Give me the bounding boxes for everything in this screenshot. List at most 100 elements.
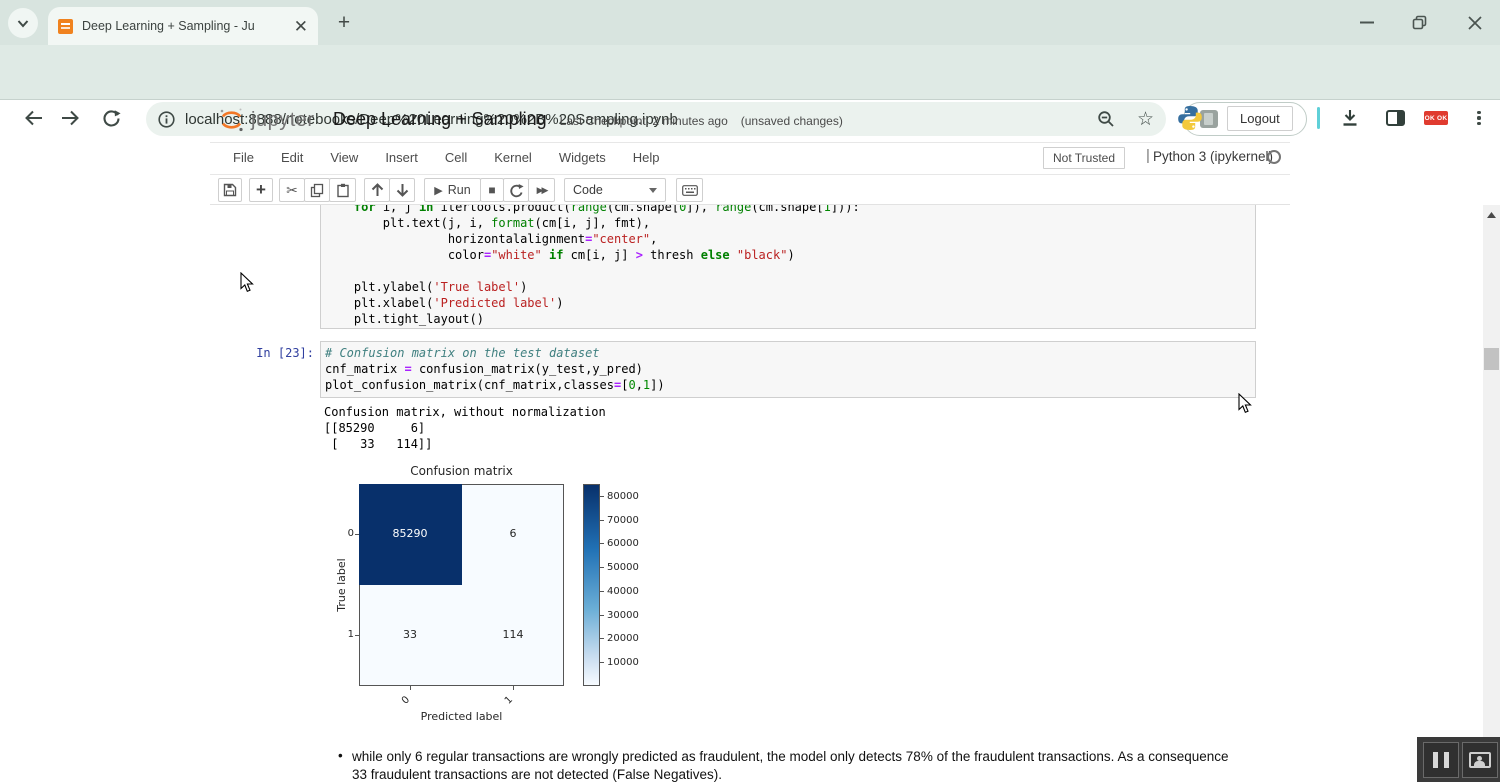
downloads-button[interactable] <box>1338 106 1362 130</box>
output-line: Confusion matrix, without normalization <box>324 404 606 420</box>
restore-icon <box>1412 15 1427 30</box>
toolbar-divider <box>1317 107 1320 129</box>
save-button[interactable] <box>218 178 242 202</box>
cell-type-dropdown[interactable]: Code <box>564 178 666 202</box>
interrupt-kernel-button[interactable]: ■ <box>480 178 504 202</box>
mouse-cursor-2 <box>1238 393 1252 414</box>
save-icon <box>223 183 237 197</box>
browser-toolbar: localhost:8888/notebooks/Deep%20Learning… <box>0 45 1500 100</box>
menu-cell[interactable]: Cell <box>445 150 467 165</box>
chevron-down-icon <box>649 188 657 193</box>
scrollbar-thumb[interactable] <box>1484 348 1499 370</box>
back-icon <box>24 109 44 127</box>
menu-file[interactable]: File <box>233 150 254 165</box>
kernel-separator: | <box>1146 147 1150 164</box>
jupyter-header: jupyter Deep Learning + Sampling Last Ch… <box>210 100 1290 143</box>
colorbar-tick: 50000 <box>607 562 653 573</box>
menu-help[interactable]: Help <box>633 150 660 165</box>
y-tick-1: 1 <box>340 629 354 640</box>
tab-title: Deep Learning + Sampling - Ju <box>82 19 288 33</box>
cell-type-value: Code <box>565 183 649 197</box>
tab-close-icon[interactable]: ✕ <box>294 18 308 35</box>
confusion-matrix-plot: Confusion matrix 85290 6 33 114 0 1 True… <box>330 460 670 732</box>
tab-search-button[interactable] <box>8 8 38 38</box>
command-palette-button[interactable] <box>676 178 703 202</box>
reload-icon <box>102 109 121 128</box>
triangle-up-icon <box>1487 212 1496 218</box>
move-cell-down-button[interactable] <box>389 178 415 202</box>
unsaved-status: (unsaved changes) <box>741 114 843 128</box>
arrow-up-icon <box>371 183 384 197</box>
recorder-webcam-button[interactable] <box>1462 742 1498 778</box>
colorbar-tick: 70000 <box>607 515 653 526</box>
move-cell-up-button[interactable] <box>364 178 390 202</box>
code-line: # Confusion matrix on the test dataset <box>325 345 1255 361</box>
plot-title: Confusion matrix <box>359 464 564 478</box>
kernel-status-icon <box>1267 150 1281 164</box>
x-axis-label: Predicted label <box>359 710 564 723</box>
pause-icon <box>1433 752 1449 768</box>
window-restore-button[interactable] <box>1396 0 1442 45</box>
window-minimize-button[interactable] <box>1344 0 1390 45</box>
reload-button[interactable] <box>99 106 123 130</box>
window-close-button[interactable] <box>1452 0 1498 45</box>
jupyter-logo[interactable]: jupyter <box>218 106 315 134</box>
run-label: Run <box>448 183 471 197</box>
jupyter-toolbar: + ✂ ▶ Run ■ ▶▶ Code <box>210 175 1290 205</box>
new-tab-button[interactable]: + <box>332 11 356 35</box>
menu-view[interactable]: View <box>330 150 358 165</box>
cut-cell-button[interactable]: ✂ <box>279 178 305 202</box>
recorder-pause-button[interactable] <box>1423 742 1459 778</box>
code-line: cnf_matrix = confusion_matrix(y_test,y_p… <box>325 361 1255 377</box>
forward-button[interactable] <box>58 106 82 130</box>
code-line: color="white" if cm[i, j] > thresh else … <box>325 247 1255 263</box>
restart-kernel-button[interactable] <box>503 178 529 202</box>
logout-button[interactable]: Logout <box>1227 106 1293 131</box>
browser-menu-button[interactable] <box>1470 106 1488 130</box>
back-button[interactable] <box>22 106 46 130</box>
notebook-title[interactable]: Deep Learning + Sampling <box>333 109 547 130</box>
code-cell-above[interactable]: for i, j in itertools.product(range(cm.s… <box>320 205 1256 329</box>
menu-insert[interactable]: Insert <box>385 150 418 165</box>
colorbar-tick: 20000 <box>607 633 653 644</box>
notebook-favicon-icon <box>58 19 73 34</box>
output-line: [[85290 6] <box>324 420 425 436</box>
restart-icon <box>509 183 524 198</box>
notebook-scroll-area[interactable]: for i, j in itertools.product(range(cm.s… <box>0 205 1483 782</box>
checkpoint-status: Last Checkpoint: 2 minutes ago <box>560 114 728 128</box>
scrollbar-up-button[interactable] <box>1484 207 1499 222</box>
menu-kernel[interactable]: Kernel <box>494 150 532 165</box>
restart-run-all-button[interactable]: ▶▶ <box>528 178 555 202</box>
scrollbar-track[interactable] <box>1483 205 1500 782</box>
menu-edit[interactable]: Edit <box>281 150 303 165</box>
y-tick-0: 0 <box>340 528 354 539</box>
jupyter-menubar: File Edit View Insert Cell Kernel Widget… <box>210 143 1290 175</box>
code-line: plot_confusion_matrix(cnf_matrix,classes… <box>325 377 1255 393</box>
not-trusted-button[interactable]: Not Trusted <box>1043 147 1125 169</box>
fast-forward-icon: ▶▶ <box>537 185 547 196</box>
y-axis-label: True label <box>335 545 347 625</box>
site-info-icon[interactable] <box>158 111 175 128</box>
paste-cell-button[interactable] <box>329 178 356 202</box>
run-button[interactable]: ▶ Run <box>424 178 481 202</box>
menu-widgets[interactable]: Widgets <box>559 150 606 165</box>
minimize-icon <box>1360 21 1374 24</box>
kernel-name: Python 3 (ipykernel) <box>1153 149 1273 164</box>
plus-icon: + <box>256 180 266 200</box>
extension-badge[interactable]: OK OK <box>1424 111 1448 125</box>
colorbar <box>583 484 600 686</box>
cell-value-01: 6 <box>462 527 564 540</box>
copy-cell-button[interactable] <box>304 178 330 202</box>
code-line <box>325 263 1255 279</box>
code-cell[interactable]: # Confusion matrix on the test dataset c… <box>320 341 1256 398</box>
webcam-icon <box>1469 752 1491 768</box>
browser-tab[interactable]: Deep Learning + Sampling - Ju ✕ <box>48 7 318 45</box>
side-panel-button[interactable] <box>1383 106 1407 130</box>
jupyter-wordmark: jupyter <box>251 109 315 132</box>
cell-value-11: 114 <box>462 628 564 641</box>
add-cell-button[interactable]: + <box>249 178 273 202</box>
paste-icon <box>336 183 350 198</box>
colorbar-tick: 60000 <box>607 538 653 549</box>
mouse-cursor <box>240 272 254 293</box>
keyboard-icon <box>682 185 698 196</box>
